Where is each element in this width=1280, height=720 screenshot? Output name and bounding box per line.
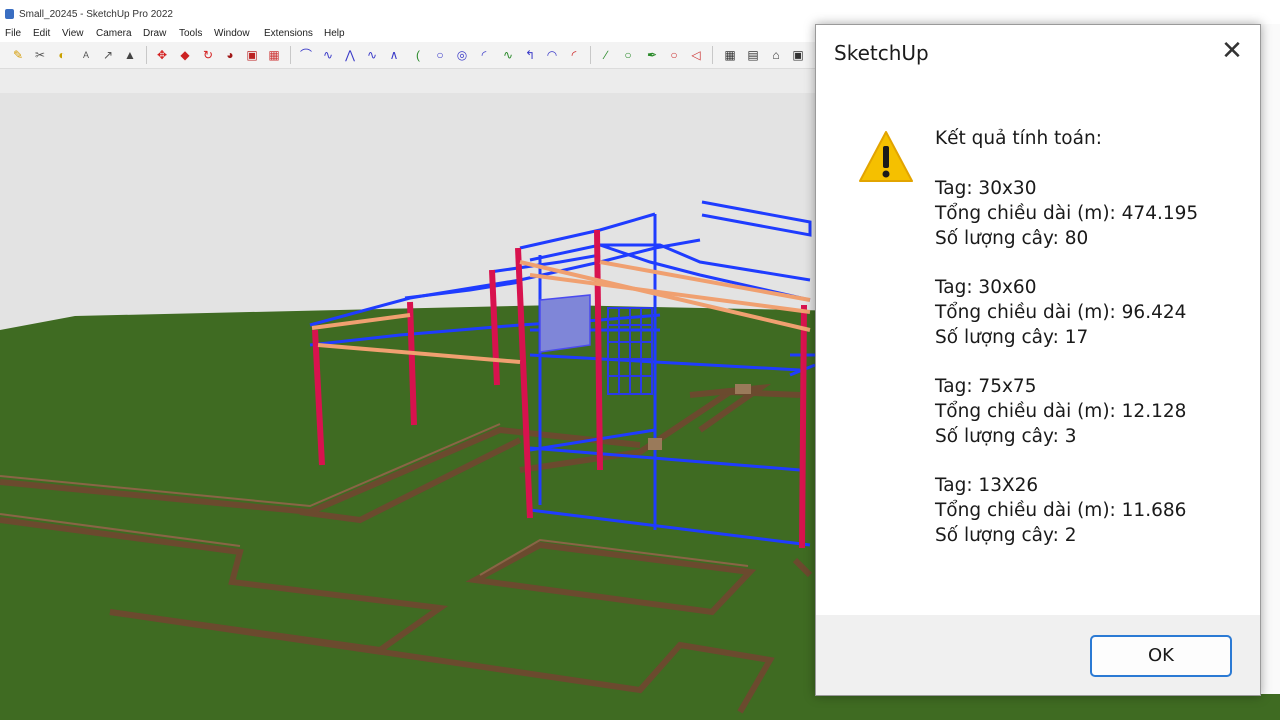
home-icon[interactable]: ⌂ [768,47,784,63]
menu-file[interactable]: File [5,28,21,39]
menu-help[interactable]: Help [324,28,345,39]
column-footing [648,438,662,450]
eraser-icon[interactable]: ◁ [688,47,704,63]
rectangle-icon[interactable]: ○ [432,47,448,63]
result-tag: Tag: 75x75 [935,376,1037,397]
result-tag: Tag: 13X26 [935,475,1039,496]
orbit-icon[interactable]: ◆ [177,47,193,63]
curve-icon[interactable]: ( [410,47,426,63]
draw-curve-icon[interactable]: ∕ [598,47,614,63]
result-count: Số lượng cây: 3 [935,426,1077,447]
follow-me-icon[interactable]: ◕ [222,47,238,63]
line-icon[interactable]: ⌒ [298,47,314,63]
toolbar-separator [290,46,291,64]
rotate-icon[interactable]: ↻ [200,47,216,63]
3d-line-icon[interactable]: ↰ [522,47,538,63]
push-icon[interactable]: ▲ [122,47,138,63]
louvre-panel [539,294,591,353]
warehouse-icon[interactable]: ▦ [722,47,738,63]
pencil-icon[interactable]: ✎ [10,47,26,63]
arc-icon[interactable]: ⋀ [342,47,358,63]
result-length: Tổng chiều dài (m): 12.128 [935,401,1187,422]
text-icon[interactable]: A [78,47,94,63]
result-count: Số lượng cây: 17 [935,327,1089,348]
result-length: Tổng chiều dài (m): 474.195 [935,203,1199,224]
result-count: Số lượng cây: 80 [935,228,1089,249]
menu-window[interactable]: Window [214,28,250,39]
window-title: Small_20245 - SketchUp Pro 2022 [19,9,173,20]
section-icon[interactable]: ▣ [790,47,806,63]
scissors-icon[interactable]: ✂ [32,47,48,63]
dimension-icon[interactable]: ↗ [100,47,116,63]
offset-icon[interactable]: ▦ [266,47,282,63]
sketchup-window: Small_20245 - SketchUp Pro 2022 File Edi… [0,0,1280,720]
result-tag: Tag: 30x30 [935,178,1037,199]
spline-icon[interactable]: ∿ [364,47,380,63]
brush-icon[interactable]: ✒ [644,47,660,63]
result-tag: Tag: 30x60 [935,277,1037,298]
pie-icon[interactable]: ◜ [476,47,492,63]
close-icon[interactable]: ✕ [1216,35,1248,67]
polygon-icon[interactable]: ◜ [566,47,582,63]
title-bar: Small_20245 - SketchUp Pro 2022 [0,5,1280,24]
paint-icon[interactable]: ◐ [54,47,70,63]
result-count: Số lượng cây: 2 [935,525,1077,546]
sketchup-app-icon [5,9,14,19]
circle-icon[interactable]: ◎ [454,47,470,63]
ok-button[interactable]: OK [1090,635,1232,677]
result-dialog: SketchUp ✕ Kết quả tính toán: Tag: 30x30… [815,24,1261,696]
polyline-icon[interactable]: ∧ [386,47,402,63]
menu-view[interactable]: View [62,28,84,39]
toolbar-separator [590,46,591,64]
lasso-icon[interactable]: ○ [666,47,682,63]
soften-icon[interactable]: ○ [620,47,636,63]
toolbar-separator [712,46,713,64]
freehand-icon[interactable]: ∿ [320,47,336,63]
menu-edit[interactable]: Edit [33,28,50,39]
move-icon[interactable]: ✥ [154,47,170,63]
menu-draw[interactable]: Draw [143,28,166,39]
arc-3pt-icon[interactable]: ◠ [544,47,560,63]
warning-icon [859,131,913,182]
dialog-title: SketchUp [834,41,929,65]
bezier-icon[interactable]: ∿ [500,47,516,63]
menu-camera[interactable]: Camera [96,28,132,39]
result-heading: Kết quả tính toán: [935,128,1102,149]
component-icon[interactable]: ▤ [745,47,761,63]
column-footing [735,384,751,394]
menu-extensions[interactable]: Extensions [264,28,313,39]
scale-icon[interactable]: ▣ [244,47,260,63]
window-right-edge [1260,24,1280,694]
menu-tools[interactable]: Tools [179,28,202,39]
dialog-footer: OK [816,615,1260,695]
result-length: Tổng chiều dài (m): 11.686 [935,500,1187,521]
result-length: Tổng chiều dài (m): 96.424 [935,302,1187,323]
toolbar-separator [146,46,147,64]
